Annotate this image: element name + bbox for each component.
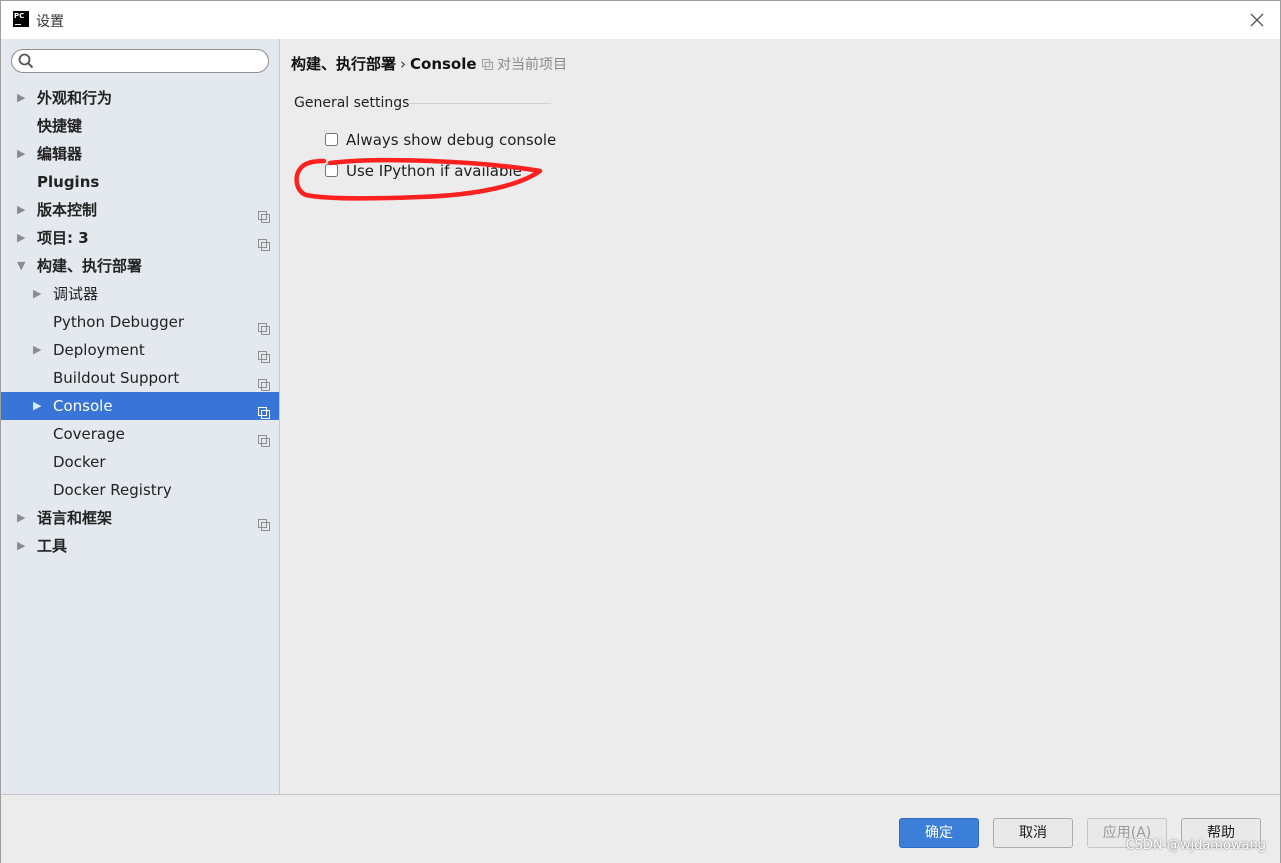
- close-icon: [1250, 13, 1264, 27]
- watermark: CSDN @wjdamowang: [1125, 838, 1266, 853]
- sidebar-item-languages-frameworks[interactable]: ▶ 语言和框架: [1, 504, 279, 532]
- sidebar-item-project[interactable]: ▶ 项目: 3: [1, 224, 279, 252]
- sidebar-item-label: 项目: 3: [37, 229, 89, 247]
- sidebar-item-label: 工具: [37, 537, 68, 555]
- settings-content: 构建、执行部署 › Console 对当前项目 General settings A…: [280, 39, 1280, 794]
- breadcrumb-parent: 构建、执行部署: [291, 55, 397, 73]
- pycharm-icon: PC: [13, 11, 29, 27]
- sidebar-item-console[interactable]: ▶ Console: [1, 392, 279, 420]
- sidebar-item-label: 构建、执行部署: [37, 257, 143, 275]
- project-scope-icon: [258, 316, 270, 335]
- expand-arrow-icon[interactable]: ▶: [17, 532, 29, 560]
- title-bar: PC 设置: [1, 1, 1280, 39]
- option-label: Always show debug console: [346, 131, 557, 149]
- expand-arrow-icon[interactable]: ▶: [33, 280, 45, 308]
- section-divider: [408, 103, 551, 104]
- sidebar-item-buildout-support[interactable]: Buildout Support: [1, 364, 279, 392]
- search-field[interactable]: [11, 49, 269, 73]
- expand-arrow-icon[interactable]: ▶: [17, 84, 29, 112]
- red-highlight-annotation: [294, 157, 543, 201]
- sidebar-item-coverage[interactable]: Coverage: [1, 420, 279, 448]
- project-scope-icon: [258, 400, 270, 419]
- sidebar-item-keymap[interactable]: 快捷键: [1, 112, 279, 140]
- sidebar-item-label: 版本控制: [37, 201, 98, 219]
- sidebar-item-label: 调试器: [53, 285, 99, 303]
- project-scope-icon: [258, 344, 270, 363]
- expand-arrow-icon[interactable]: ▶: [33, 336, 45, 364]
- settings-dialog: PC 设置 ▶ 外观和行为 快捷键 ▶ 编辑器 Plugins ▶ 版本控制 ▶…: [0, 0, 1281, 863]
- sidebar-item-label: 外观和行为: [37, 89, 113, 107]
- sidebar-item-label: Docker: [53, 453, 106, 471]
- ok-button[interactable]: 确定: [899, 818, 979, 848]
- breadcrumb-current: Console: [410, 55, 477, 73]
- sidebar-item-label: 语言和框架: [37, 509, 113, 527]
- sidebar-item-python-debugger[interactable]: Python Debugger: [1, 308, 279, 336]
- sidebar-item-label: Deployment: [53, 341, 145, 359]
- cancel-button[interactable]: 取消: [993, 818, 1073, 848]
- search-icon: [18, 53, 34, 69]
- sidebar-item-version-control[interactable]: ▶ 版本控制: [1, 196, 279, 224]
- window-title: 设置: [36, 14, 64, 30]
- scope-label: 对当前项目: [482, 54, 567, 74]
- sidebar-item-label: Buildout Support: [53, 369, 180, 387]
- sidebar-item-deployment[interactable]: ▶ Deployment: [1, 336, 279, 364]
- section-title: General settings: [294, 95, 410, 111]
- sidebar-item-build-execution-deployment[interactable]: ▼ 构建、执行部署: [1, 252, 279, 280]
- sidebar-item-label: Docker Registry: [53, 481, 172, 499]
- always-show-debug-console-checkbox[interactable]: [325, 133, 338, 146]
- search-input[interactable]: [38, 52, 262, 72]
- scope-text: 对当前项目: [497, 57, 567, 73]
- sidebar-item-docker-registry[interactable]: Docker Registry: [1, 476, 279, 504]
- dialog-button-bar: 确定 取消 应用(A) 帮助 CSDN @wjdamowang: [1, 794, 1280, 863]
- project-scope-icon: [258, 512, 270, 531]
- sidebar-item-plugins[interactable]: Plugins: [1, 168, 279, 196]
- project-scope-icon: [258, 372, 270, 391]
- project-scope-icon: [482, 59, 493, 70]
- sidebar-item-label: Console: [53, 397, 113, 415]
- sidebar-item-debugger[interactable]: ▶ 调试器: [1, 280, 279, 308]
- expand-arrow-icon[interactable]: ▶: [17, 224, 29, 252]
- sidebar-item-label: Plugins: [37, 173, 100, 191]
- breadcrumb: 构建、执行部署 › Console: [291, 53, 477, 74]
- sidebar-item-appearance[interactable]: ▶ 外观和行为: [1, 84, 279, 112]
- project-scope-icon: [258, 428, 270, 447]
- sidebar-item-editor[interactable]: ▶ 编辑器: [1, 140, 279, 168]
- sidebar-item-label: 快捷键: [37, 117, 83, 135]
- expand-arrow-icon[interactable]: ▶: [17, 196, 29, 224]
- collapse-arrow-icon[interactable]: ▼: [17, 252, 29, 280]
- breadcrumb-separator: ›: [400, 55, 407, 73]
- settings-tree: ▶ 外观和行为 快捷键 ▶ 编辑器 Plugins ▶ 版本控制 ▶ 项目: 3…: [1, 84, 279, 560]
- expand-arrow-icon[interactable]: ▶: [17, 140, 29, 168]
- expand-arrow-icon[interactable]: ▶: [17, 504, 29, 532]
- close-button[interactable]: [1244, 7, 1270, 33]
- settings-sidebar: ▶ 外观和行为 快捷键 ▶ 编辑器 Plugins ▶ 版本控制 ▶ 项目: 3…: [1, 39, 280, 794]
- sidebar-item-label: 编辑器: [37, 145, 83, 163]
- sidebar-item-docker[interactable]: Docker: [1, 448, 279, 476]
- project-scope-icon: [258, 204, 270, 223]
- sidebar-item-label: Python Debugger: [53, 313, 185, 331]
- expand-arrow-icon[interactable]: ▶: [33, 392, 45, 420]
- sidebar-item-tools[interactable]: ▶ 工具: [1, 532, 279, 560]
- sidebar-item-label: Coverage: [53, 425, 125, 443]
- project-scope-icon: [258, 232, 270, 251]
